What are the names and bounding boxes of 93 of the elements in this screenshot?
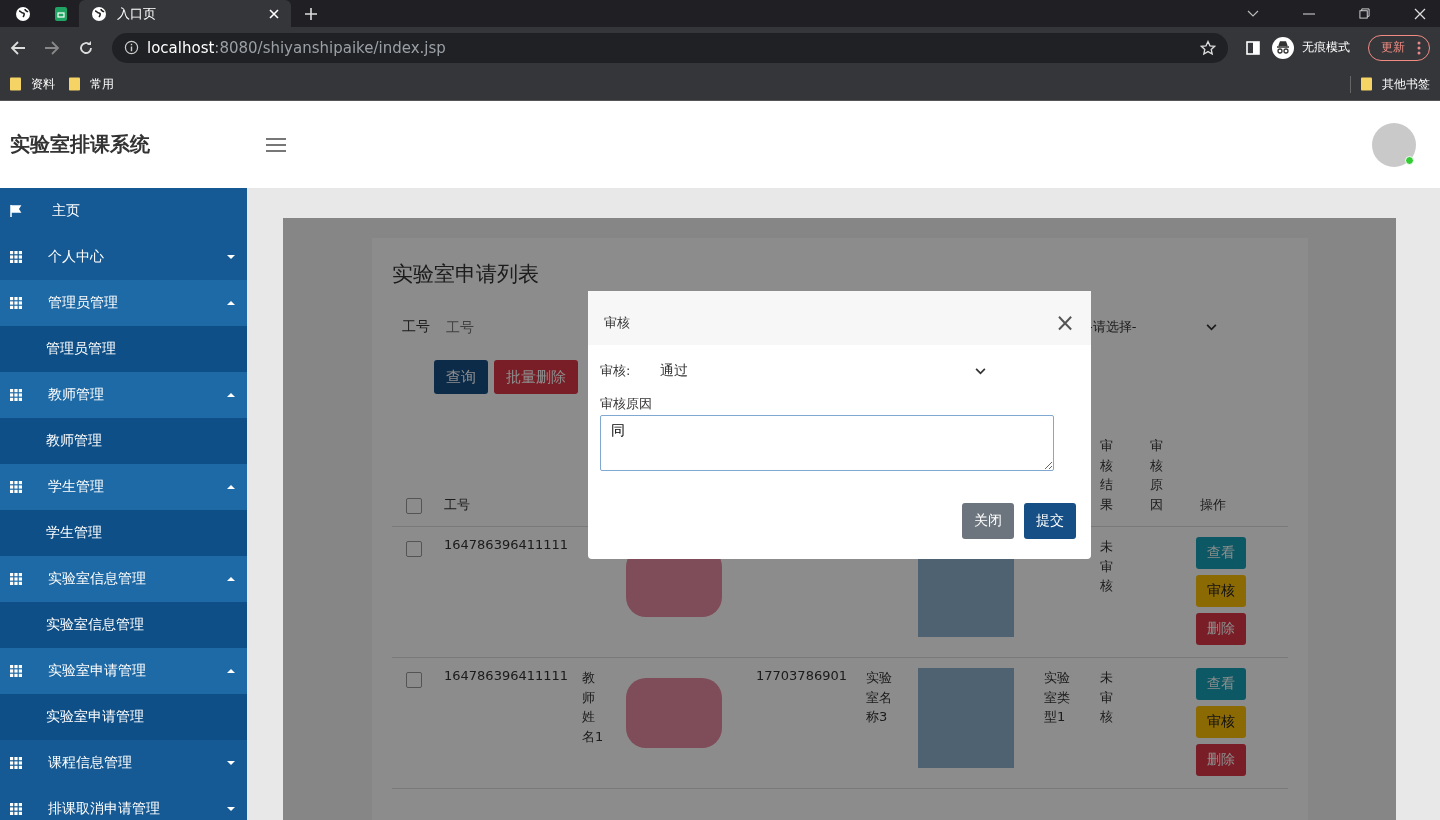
close-button[interactable]: ×: [1054, 309, 1075, 337]
field-label: 审核:: [600, 362, 631, 380]
restore-icon[interactable]: [1359, 8, 1370, 19]
caret-down-icon: [227, 255, 235, 259]
minimize-icon[interactable]: [1303, 12, 1315, 15]
dialog-title: 审核: [604, 314, 630, 332]
url-text: localhost:8080/shiyanshipaike/index.jsp: [147, 38, 446, 57]
kebab-menu-icon[interactable]: [1417, 40, 1421, 55]
sidebar-subitem[interactable]: 实验室申请管理: [0, 694, 247, 740]
sidebar-subitem[interactable]: 管理员管理: [0, 326, 247, 372]
sidebar-group[interactable]: 个人中心: [0, 234, 247, 280]
globe-icon[interactable]: [15, 5, 31, 22]
column-header: 审核原因: [1150, 437, 1163, 514]
grid-icon: [10, 251, 22, 263]
caret-down-icon: [227, 807, 235, 811]
caret-up-icon: [227, 485, 235, 489]
globe-icon: [91, 5, 107, 22]
sidebar-group[interactable]: 学生管理: [0, 464, 247, 510]
app-title: 实验室排课系统: [10, 131, 151, 158]
caret-up-icon: [227, 669, 235, 673]
table-cell: 164786396411111: [444, 668, 569, 683]
field-label: 审核原因: [600, 395, 653, 413]
update-button[interactable]: 更新: [1368, 34, 1430, 61]
table-cell-text: 实验室名称3: [866, 669, 893, 726]
select-field[interactable]: -请选择-: [1088, 318, 1288, 336]
address-bar[interactable]: localhost:8080/shiyanshipaike/index.jsp: [112, 32, 1228, 63]
menu-icon[interactable]: [266, 136, 286, 153]
bookmark-folder[interactable]: 其他书签: [1350, 75, 1430, 93]
bookmark-folder[interactable]: 资料: [10, 75, 55, 93]
caret-down-icon: [227, 761, 235, 765]
grid-icon: [10, 389, 22, 401]
table-cell-text: 未审核: [1100, 538, 1113, 595]
table-cell: 17703786901: [756, 668, 847, 683]
table-cell-text: 未审核: [1100, 669, 1113, 726]
info-icon[interactable]: [124, 40, 139, 55]
select-field[interactable]: 通过: [650, 353, 991, 389]
caret-up-icon: [227, 301, 235, 305]
grid-icon: [10, 803, 22, 815]
row-action-button[interactable]: 审核: [1196, 575, 1246, 607]
checkbox[interactable]: [406, 672, 422, 688]
field-label: 工号: [402, 318, 430, 336]
back-arrow-icon[interactable]: [10, 39, 26, 56]
sidebar-group[interactable]: 教师管理: [0, 372, 247, 418]
folder-icon: [1361, 77, 1372, 91]
sidebar-subitem[interactable]: 教师管理: [0, 418, 247, 464]
dialog-button[interactable]: 提交: [1024, 503, 1076, 539]
sidebar-subitem[interactable]: 实验室信息管理: [0, 602, 247, 648]
grid-icon: [10, 573, 22, 585]
table-cell-text: 实验室类型1: [1044, 669, 1071, 726]
grid-icon: [10, 481, 22, 493]
table-cell: 164786396411111: [444, 537, 569, 552]
chevron-down-icon: [1206, 323, 1218, 331]
incognito-icon: [1272, 36, 1294, 59]
sidebar-group[interactable]: 实验室申请管理: [0, 648, 247, 694]
forward-arrow-icon[interactable]: [44, 39, 60, 56]
grid-icon: [10, 665, 22, 677]
checkbox[interactable]: [406, 541, 422, 557]
sidebar-group[interactable]: 排课取消申请管理: [0, 786, 247, 820]
caret-up-icon: [227, 577, 235, 581]
side-panel-icon[interactable]: [1246, 40, 1260, 55]
checkbox[interactable]: [406, 498, 422, 514]
folder-icon: [69, 77, 80, 91]
row-action-button[interactable]: 审核: [1196, 706, 1246, 738]
grid-icon: [10, 757, 22, 769]
sidebar-item[interactable]: 主页: [0, 188, 247, 234]
chevron-down-icon[interactable]: [1247, 9, 1259, 18]
dialog-button[interactable]: 关闭: [962, 503, 1014, 539]
folder-icon: [10, 77, 21, 91]
spreadsheet-icon[interactable]: [53, 5, 69, 22]
sidebar-group[interactable]: 实验室信息管理: [0, 556, 247, 602]
online-dot: [1405, 155, 1414, 165]
sidebar-group[interactable]: 课程信息管理: [0, 740, 247, 786]
grid-icon: [10, 297, 22, 309]
page-title: 实验室申请列表: [392, 261, 540, 288]
table-cell-text: 教师姓名1: [582, 669, 605, 746]
close-icon[interactable]: [1414, 7, 1426, 20]
sidebar-subitem[interactable]: 学生管理: [0, 510, 247, 556]
plus-icon[interactable]: [305, 7, 317, 20]
chevron-down-icon: [975, 367, 987, 375]
reload-icon[interactable]: [78, 39, 94, 56]
sidebar-group[interactable]: 管理员管理: [0, 280, 247, 326]
star-icon[interactable]: [1200, 39, 1216, 56]
column-header: 操作: [1200, 496, 1226, 514]
text-area[interactable]: 同: [600, 415, 1054, 471]
tab-title: 入口页: [117, 4, 157, 23]
caret-up-icon: [227, 393, 235, 397]
browser-tab[interactable]: 入口页: [79, 0, 291, 27]
action-button[interactable]: 查询: [434, 360, 488, 394]
column-header: 工号: [444, 496, 470, 514]
incognito-profile-button[interactable]: 无痕模式: [1272, 36, 1350, 59]
bookmark-folder[interactable]: 常用: [69, 75, 114, 93]
flag-icon: [10, 205, 22, 217]
column-header: 审核结果: [1100, 437, 1113, 514]
